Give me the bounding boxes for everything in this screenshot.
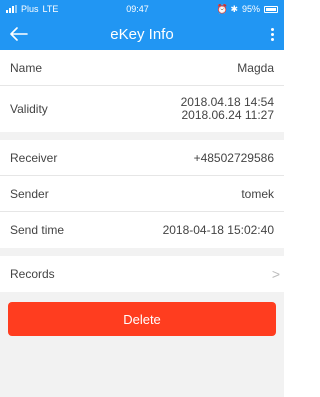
receiver-value: +48502729586: [193, 150, 274, 165]
section-divider: [0, 248, 284, 256]
page-title: eKey Info: [110, 25, 174, 43]
validity-value: 2018.04.18 14:54 2018.06.24 11:27: [181, 96, 274, 122]
delete-button[interactable]: Delete: [8, 302, 276, 336]
arrow-left-icon: [10, 27, 28, 41]
name-label: Name: [10, 60, 43, 75]
carrier-label: Plus: [21, 4, 39, 14]
send-time-row: Send time 2018-04-18 15:02:40: [0, 212, 284, 248]
validity-end: 2018.06.24 11:27: [181, 108, 274, 122]
section-divider: [0, 132, 284, 140]
sender-label: Sender: [10, 186, 49, 201]
ekey-details-group: Name Magda Validity 2018.04.18 14:54 201…: [0, 50, 284, 132]
sender-row: Sender tomek: [0, 176, 284, 212]
status-bar: Plus LTE 09:47 ⏰ ✱ 95%: [0, 0, 284, 18]
alarm-bluetooth-icons: ⏰ ✱: [216, 3, 238, 14]
more-vertical-icon: [270, 27, 274, 41]
status-time: 09:47: [126, 4, 149, 14]
signal-icon: [6, 5, 17, 13]
more-menu-button[interactable]: [250, 22, 274, 46]
battery-icon: [264, 5, 278, 13]
back-button[interactable]: [10, 22, 34, 46]
sender-value: tomek: [241, 186, 274, 201]
status-left: Plus LTE: [6, 4, 58, 14]
status-right: ⏰ ✱ 95%: [217, 4, 278, 15]
records-label: Records: [10, 267, 55, 281]
name-value: Magda: [237, 60, 274, 75]
send-time-label: Send time: [10, 223, 65, 237]
transfer-details-group: Receiver +48502729586 Sender tomek Send …: [0, 140, 284, 248]
chevron-right-icon: >: [271, 266, 280, 282]
network-label: LTE: [42, 4, 59, 14]
name-row: Name Magda: [0, 50, 284, 86]
validity-row: Validity 2018.04.18 14:54 2018.06.24 11:…: [0, 86, 284, 132]
receiver-label: Receiver: [10, 150, 58, 165]
delete-area: Delete: [0, 292, 284, 336]
receiver-row: Receiver +48502729586: [0, 140, 284, 176]
validity-label: Validity: [10, 102, 48, 116]
app-header: eKey Info: [0, 18, 284, 50]
ekey-info-screen: Plus LTE 09:47 ⏰ ✱ 95% eKey Info Name Ma…: [0, 0, 284, 397]
records-group: Records >: [0, 256, 284, 292]
battery-percent: 95%: [241, 4, 260, 14]
records-row[interactable]: Records >: [0, 256, 284, 292]
top-bar: Plus LTE 09:47 ⏰ ✱ 95% eKey Info: [0, 0, 284, 50]
send-time-value: 2018-04-18 15:02:40: [162, 223, 274, 237]
